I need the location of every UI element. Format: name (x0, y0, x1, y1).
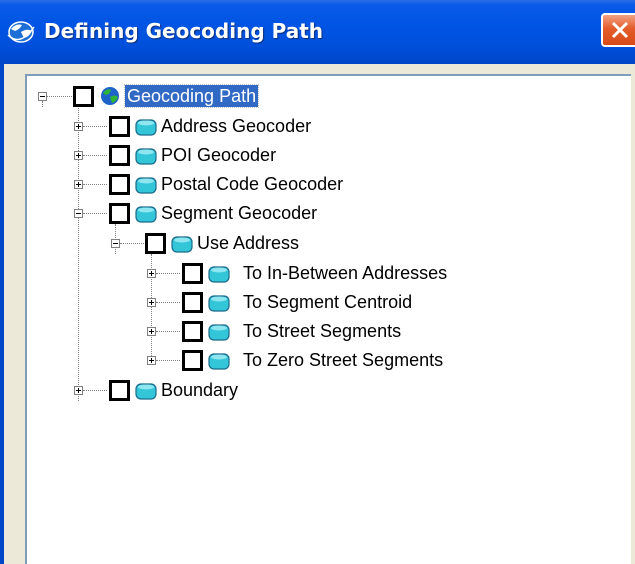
tree-node-label: Boundary (161, 380, 239, 400)
tree-node-label: POI Geocoder (161, 145, 277, 165)
expand-icon[interactable] (74, 151, 83, 160)
tree-line (156, 331, 180, 332)
window-title: Defining Geocoding Path (44, 19, 324, 43)
tree-node-label: Segment Geocoder (161, 203, 318, 223)
expand-icon[interactable] (74, 180, 83, 189)
checkbox-segment-geocoder[interactable] (109, 203, 130, 224)
close-button[interactable] (601, 13, 635, 47)
tree-line (156, 302, 180, 303)
expand-icon[interactable] (74, 122, 83, 131)
database-icon (208, 322, 230, 342)
geocoding-path-tree[interactable]: Geocoding Path Address Geocoder POI Geoc… (25, 74, 631, 564)
tree-line (83, 213, 107, 214)
tree-node-label: Postal Code Geocoder (161, 174, 344, 194)
close-icon (611, 21, 629, 39)
tree-node-label: Use Address (197, 233, 300, 253)
database-icon (208, 264, 230, 284)
tree-line (83, 184, 107, 185)
expand-icon[interactable] (147, 269, 156, 278)
tree-line (83, 390, 107, 391)
database-icon (208, 351, 230, 371)
checkbox-to-segment-centroid[interactable] (182, 292, 203, 313)
title-bar[interactable]: Defining Geocoding Path (0, 0, 635, 64)
database-icon (171, 234, 193, 254)
tree-line (83, 126, 107, 127)
tree-line (156, 273, 180, 274)
checkbox-address-geocoder[interactable] (109, 116, 130, 137)
tree-node-label: To In-Between Addresses (243, 263, 448, 283)
database-icon (208, 293, 230, 313)
expand-icon[interactable] (147, 356, 156, 365)
tree-line (47, 96, 72, 97)
expand-icon[interactable] (147, 327, 156, 336)
tree-node-label: To Zero Street Segments (243, 350, 444, 370)
checkbox-geocoding-path[interactable] (73, 86, 94, 107)
checkbox-postal-code-geocoder[interactable] (109, 174, 130, 195)
tree-node-label: To Segment Centroid (243, 292, 413, 312)
tree-line (83, 155, 107, 156)
database-icon (135, 381, 157, 401)
tree-line (120, 243, 144, 244)
tree-node-label: Address Geocoder (161, 116, 312, 136)
checkbox-use-address[interactable] (145, 233, 166, 254)
expand-icon[interactable] (74, 386, 83, 395)
database-icon (135, 117, 157, 137)
collapse-icon[interactable] (74, 209, 83, 218)
checkbox-to-street-segments[interactable] (182, 321, 203, 342)
checkbox-poi-geocoder[interactable] (109, 145, 130, 166)
database-icon (135, 146, 157, 166)
database-icon (135, 175, 157, 195)
expand-icon[interactable] (147, 298, 156, 307)
checkbox-to-zero-street-segments[interactable] (182, 350, 203, 371)
tree-node-label: To Street Segments (243, 321, 402, 341)
globe-icon (6, 19, 36, 45)
collapse-icon[interactable] (111, 239, 120, 248)
tree-node-label: Geocoding Path (123, 84, 260, 108)
collapse-icon[interactable] (38, 92, 47, 101)
tree-line (42, 101, 43, 107)
checkbox-boundary[interactable] (109, 380, 130, 401)
tree-line (156, 360, 180, 361)
database-icon (135, 204, 157, 224)
globe-icon (99, 86, 121, 106)
checkbox-to-in-between-addresses[interactable] (182, 263, 203, 284)
